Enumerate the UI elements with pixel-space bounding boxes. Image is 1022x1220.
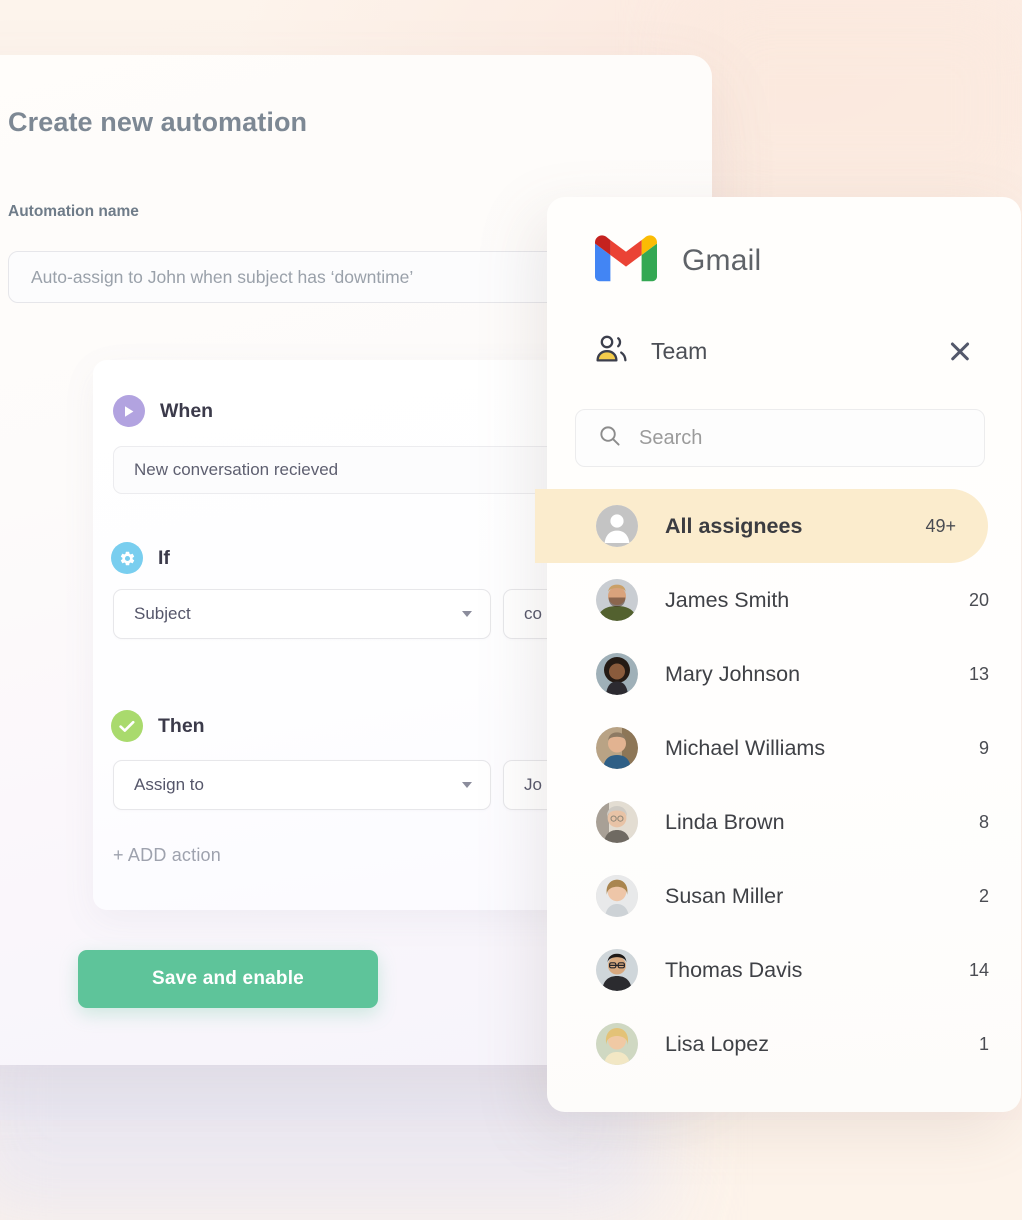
chevron-down-icon (462, 611, 472, 617)
assignee-count: 1 (978, 1033, 989, 1054)
avatar (596, 727, 638, 769)
assignee-row-lisa-lopez[interactable]: Lisa Lopez 1 (547, 1007, 1021, 1081)
gear-icon (111, 542, 143, 574)
assignee-name: Linda Brown (665, 809, 785, 834)
play-icon (113, 395, 145, 427)
assignee-row-michael-williams[interactable]: Michael Williams 9 (547, 711, 1021, 785)
check-icon (111, 710, 143, 742)
assignee-row-james-smith[interactable]: James Smith 20 (547, 563, 1021, 637)
assignee-count: 13 (968, 663, 989, 684)
people-group-icon (595, 335, 629, 367)
generic-person-icon (596, 505, 638, 547)
chevron-down-icon (462, 782, 472, 788)
step-then-header: Then (111, 710, 205, 742)
page-title: Create new automation (8, 107, 308, 137)
step-if-title: If (158, 546, 170, 569)
assignee-count: 49+ (925, 515, 956, 536)
avatar (596, 653, 638, 695)
save-and-enable-button[interactable]: Save and enable (78, 950, 378, 1008)
close-icon[interactable] (947, 338, 973, 364)
gmail-brand-label: Gmail (682, 244, 762, 277)
assignee-count: 8 (978, 811, 989, 832)
assignee-count: 20 (968, 589, 989, 610)
if-property-value: Subject (134, 604, 191, 623)
assignee-name: Susan Miller (665, 883, 784, 908)
assignee-name: All assignees (665, 513, 803, 538)
assignee-list: All assignees 49+ James Smith 20 Mary Jo… (535, 489, 1021, 1081)
search-icon (598, 424, 621, 452)
assignee-name: Lisa Lopez (665, 1031, 769, 1056)
team-label: Team (651, 337, 708, 364)
if-property-select[interactable]: Subject (113, 589, 491, 639)
assignee-name: Mary Johnson (665, 661, 801, 686)
avatar (596, 875, 638, 917)
when-trigger-value: New conversation recieved (134, 460, 339, 479)
then-assignee-value: Jo (524, 775, 542, 794)
assignee-name: Thomas Davis (665, 957, 803, 982)
avatar (596, 949, 638, 991)
avatar (596, 801, 638, 843)
gmail-logo-icon (595, 235, 657, 287)
automation-name-label: Automation name (8, 203, 139, 220)
assignee-row-susan-miller[interactable]: Susan Miller 2 (547, 859, 1021, 933)
assignee-count: 2 (978, 885, 989, 906)
step-when-header: When (113, 395, 213, 427)
gmail-assignee-panel: Gmail Team Search All assignees 49+ Jame… (535, 197, 1021, 1112)
assignee-row-thomas-davis[interactable]: Thomas Davis 14 (547, 933, 1021, 1007)
search-placeholder: Search (639, 426, 703, 449)
step-when-title: When (160, 399, 214, 422)
assignee-count: 14 (968, 959, 989, 980)
background-blob-peach (690, 0, 1022, 210)
assignee-name: Michael Williams (665, 735, 826, 760)
avatar (596, 1023, 638, 1065)
if-operator-value: co (524, 604, 542, 623)
assignee-row-all[interactable]: All assignees 49+ (535, 489, 988, 563)
gmail-brand: Gmail (595, 235, 761, 287)
step-then-title: Then (158, 714, 205, 737)
search-input[interactable]: Search (575, 409, 985, 467)
avatar (596, 579, 638, 621)
assignee-row-linda-brown[interactable]: Linda Brown 8 (547, 785, 1021, 859)
assignee-row-mary-johnson[interactable]: Mary Johnson 13 (547, 637, 1021, 711)
team-header-row: Team (595, 335, 973, 367)
add-action-button[interactable]: + ADD action (113, 845, 221, 866)
then-action-select[interactable]: Assign to (113, 760, 491, 810)
assignee-count: 9 (978, 737, 989, 758)
assignee-name: James Smith (665, 587, 790, 612)
then-action-value: Assign to (134, 775, 204, 794)
step-if-header: If (111, 542, 170, 574)
